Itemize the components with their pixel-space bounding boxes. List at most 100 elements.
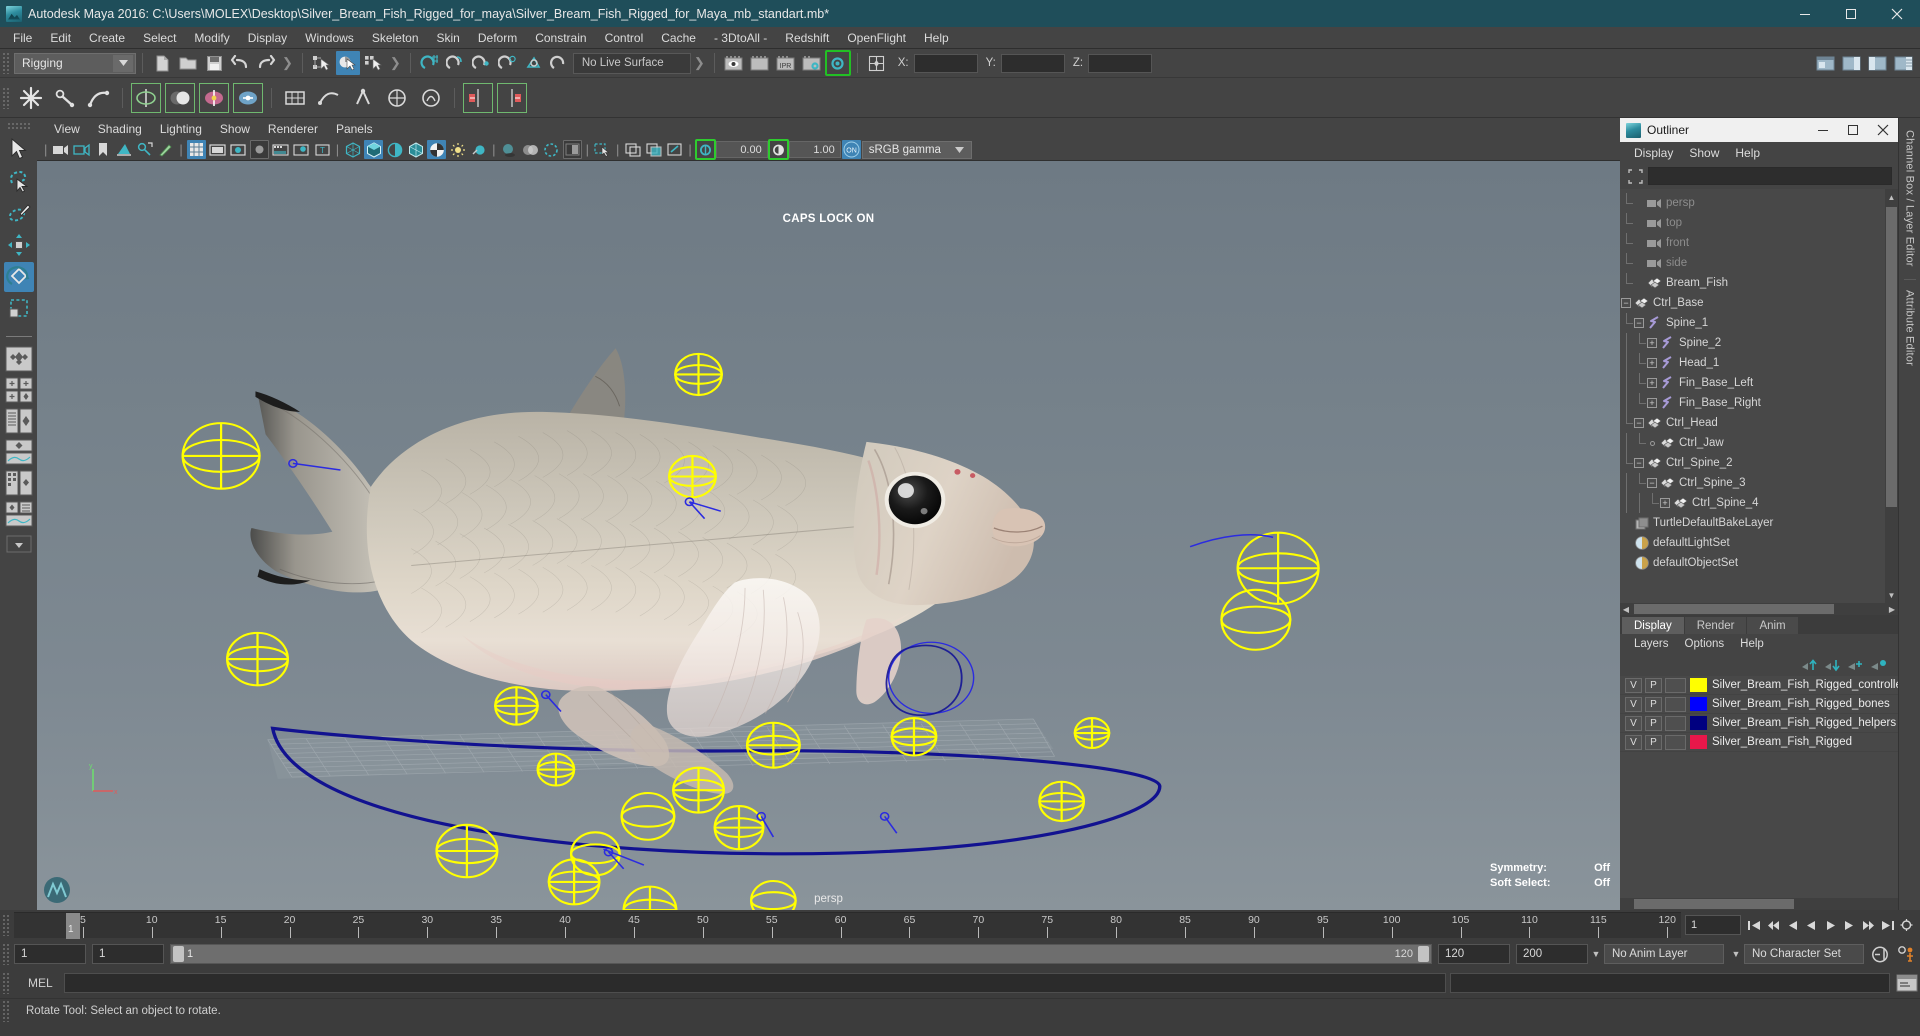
- color-management-toggle-icon[interactable]: ON: [841, 140, 861, 159]
- expand-icon[interactable]: +: [1647, 398, 1657, 408]
- menu-help[interactable]: Help: [915, 29, 958, 47]
- menu-openflight[interactable]: OpenFlight: [838, 29, 915, 47]
- viewport-picker-icon[interactable]: [665, 140, 684, 159]
- outliner-item-ctrl_jaw[interactable]: Ctrl_Jaw: [1620, 433, 1898, 453]
- layer-row[interactable]: V P Silver_Bream_Fish_Rigged_helpers: [1620, 714, 1898, 733]
- minimize-button[interactable]: [1782, 0, 1828, 27]
- menu-display[interactable]: Display: [239, 29, 296, 47]
- panel-menu-shading[interactable]: Shading: [89, 121, 151, 137]
- outliner-item-ctrl_spine_2[interactable]: − Ctrl_Spine_2: [1620, 453, 1898, 473]
- shelf-gripper[interactable]: [2, 86, 11, 109]
- menu-modify[interactable]: Modify: [185, 29, 238, 47]
- panel-menu-show[interactable]: Show: [211, 121, 259, 137]
- ipr-render-button[interactable]: IPR: [774, 51, 798, 75]
- use-all-lights-icon[interactable]: [469, 140, 488, 159]
- outliner-menu-display[interactable]: Display: [1626, 145, 1681, 161]
- tree-toggle[interactable]: [1646, 433, 1659, 453]
- exposure-toggle-icon[interactable]: [694, 139, 716, 160]
- layer-color-swatch[interactable]: [1690, 735, 1707, 749]
- tree-toggle[interactable]: [1620, 553, 1633, 573]
- shelf-soft-modification-icon[interactable]: [416, 83, 446, 113]
- new-scene-button[interactable]: [150, 51, 174, 75]
- character-set-selector[interactable]: No Character Set: [1744, 944, 1864, 964]
- bookmark-icon[interactable]: [93, 140, 112, 159]
- timeslider-gripper[interactable]: [2, 914, 11, 936]
- undo-button[interactable]: [228, 51, 252, 75]
- toggle-grid-icon[interactable]: [186, 140, 206, 159]
- texture-display-icon[interactable]: [427, 140, 447, 159]
- layer-color-swatch[interactable]: [1690, 678, 1707, 692]
- outliner-item-turtledefaultbakelayer[interactable]: TurtleDefaultBakeLayer: [1620, 513, 1898, 533]
- use-default-lighting-icon[interactable]: [448, 140, 467, 159]
- image-plane-icon[interactable]: [114, 140, 133, 159]
- move-tool[interactable]: [4, 230, 34, 260]
- shelf-smooth-bind-icon[interactable]: [199, 82, 229, 113]
- tree-toggle[interactable]: +: [1659, 493, 1672, 513]
- snap-to-view-plane-button[interactable]: [522, 51, 546, 75]
- shelf-mirror-right-icon[interactable]: [497, 82, 527, 113]
- panel-menu-panels[interactable]: Panels: [327, 121, 382, 137]
- shelf-blendshape-icon[interactable]: [382, 83, 412, 113]
- smooth-shade-selected-icon[interactable]: [385, 140, 404, 159]
- layer-display-type-toggle[interactable]: [1665, 696, 1686, 712]
- tree-toggle[interactable]: [1633, 193, 1646, 213]
- select-tool[interactable]: [4, 134, 34, 164]
- smooth-shade-all-icon[interactable]: [364, 140, 384, 159]
- layer-playback-toggle[interactable]: P: [1645, 734, 1662, 750]
- step-back-frame-button[interactable]: [1783, 914, 1802, 936]
- outliner-item-spine_1[interactable]: − Spine_1: [1620, 313, 1898, 333]
- range-end-field[interactable]: 200: [1516, 944, 1588, 964]
- go-to-start-button[interactable]: [1745, 914, 1764, 936]
- layer-playback-toggle[interactable]: P: [1645, 677, 1662, 693]
- toggle-gate-mask-icon[interactable]: [249, 140, 269, 159]
- menu-redshift[interactable]: Redshift: [776, 29, 838, 47]
- xray-icon[interactable]: [292, 140, 311, 159]
- tab-display[interactable]: Display: [1622, 617, 1684, 634]
- anim-end-field[interactable]: 120: [1438, 944, 1510, 964]
- scroll-down-icon[interactable]: ▼: [1886, 589, 1897, 601]
- menu-select[interactable]: Select: [134, 29, 185, 47]
- attribute-editor-label[interactable]: Attribute Editor: [1903, 278, 1916, 374]
- play-backwards-button[interactable]: [1802, 914, 1821, 936]
- outliner-item-front[interactable]: front: [1620, 233, 1898, 253]
- gamma-toggle-icon[interactable]: [767, 139, 789, 160]
- tree-toggle[interactable]: −: [1633, 413, 1646, 433]
- anim-layer-chevron-icon[interactable]: ▼: [1588, 944, 1604, 964]
- scroll-left-icon[interactable]: ◀: [1620, 605, 1632, 614]
- menu-windows[interactable]: Windows: [296, 29, 363, 47]
- shelf-ik-handle-icon[interactable]: [50, 83, 80, 113]
- expand-icon[interactable]: +: [1647, 378, 1657, 388]
- motion-blur-icon[interactable]: [562, 140, 582, 159]
- hscrollbar-thumb[interactable]: [1634, 604, 1834, 614]
- select-camera-icon[interactable]: [51, 140, 70, 159]
- open-scene-button[interactable]: [176, 51, 200, 75]
- outliner-menu-show[interactable]: Show: [1681, 145, 1727, 161]
- show-hide-tool-settings-icon[interactable]: [1865, 51, 1889, 75]
- step-back-keyframe-button[interactable]: [1764, 914, 1783, 936]
- shelf-lattice-icon[interactable]: [280, 83, 310, 113]
- quick-layout-two-panes-side[interactable]: [4, 376, 34, 404]
- layer-hscrollbar-thumb[interactable]: [1634, 899, 1794, 909]
- toggle-single-view-icon[interactable]: [623, 140, 642, 159]
- quick-layout-more-button[interactable]: [4, 531, 34, 559]
- quick-layout-outliner-persp[interactable]: [4, 407, 34, 435]
- menu-skeleton[interactable]: Skeleton: [363, 29, 428, 47]
- outliner-item-ctrl_base[interactable]: − Ctrl_Base: [1620, 293, 1898, 313]
- tree-toggle[interactable]: +: [1646, 393, 1659, 413]
- move-layer-up-icon[interactable]: [1800, 656, 1819, 674]
- layer-visibility-toggle[interactable]: V: [1625, 677, 1642, 693]
- exposure-value-field[interactable]: 0.00: [715, 141, 768, 158]
- menu-edit[interactable]: Edit: [41, 29, 80, 47]
- show-hide-channel-box-icon[interactable]: [1891, 51, 1915, 75]
- shadows-icon[interactable]: [500, 140, 519, 159]
- quick-layout-hypershade-persp[interactable]: [4, 469, 34, 497]
- outliner-item-defaultlightset[interactable]: defaultLightSet: [1620, 533, 1898, 553]
- outliner-minimize-button[interactable]: [1808, 118, 1838, 142]
- layer-display-type-toggle[interactable]: [1665, 715, 1686, 731]
- time-slider[interactable]: 5 10 15 20 25 30 35 40 45 50 55 60 65 70 75 80 85 90 95 100…: [14, 912, 1681, 939]
- expand-icon[interactable]: +: [1660, 498, 1670, 508]
- select-by-component-type-button[interactable]: [362, 51, 386, 75]
- script-editor-icon[interactable]: [1894, 972, 1920, 994]
- toggle-multi-view-icon[interactable]: [644, 140, 663, 159]
- shelf-paint-weights-icon[interactable]: [165, 82, 195, 113]
